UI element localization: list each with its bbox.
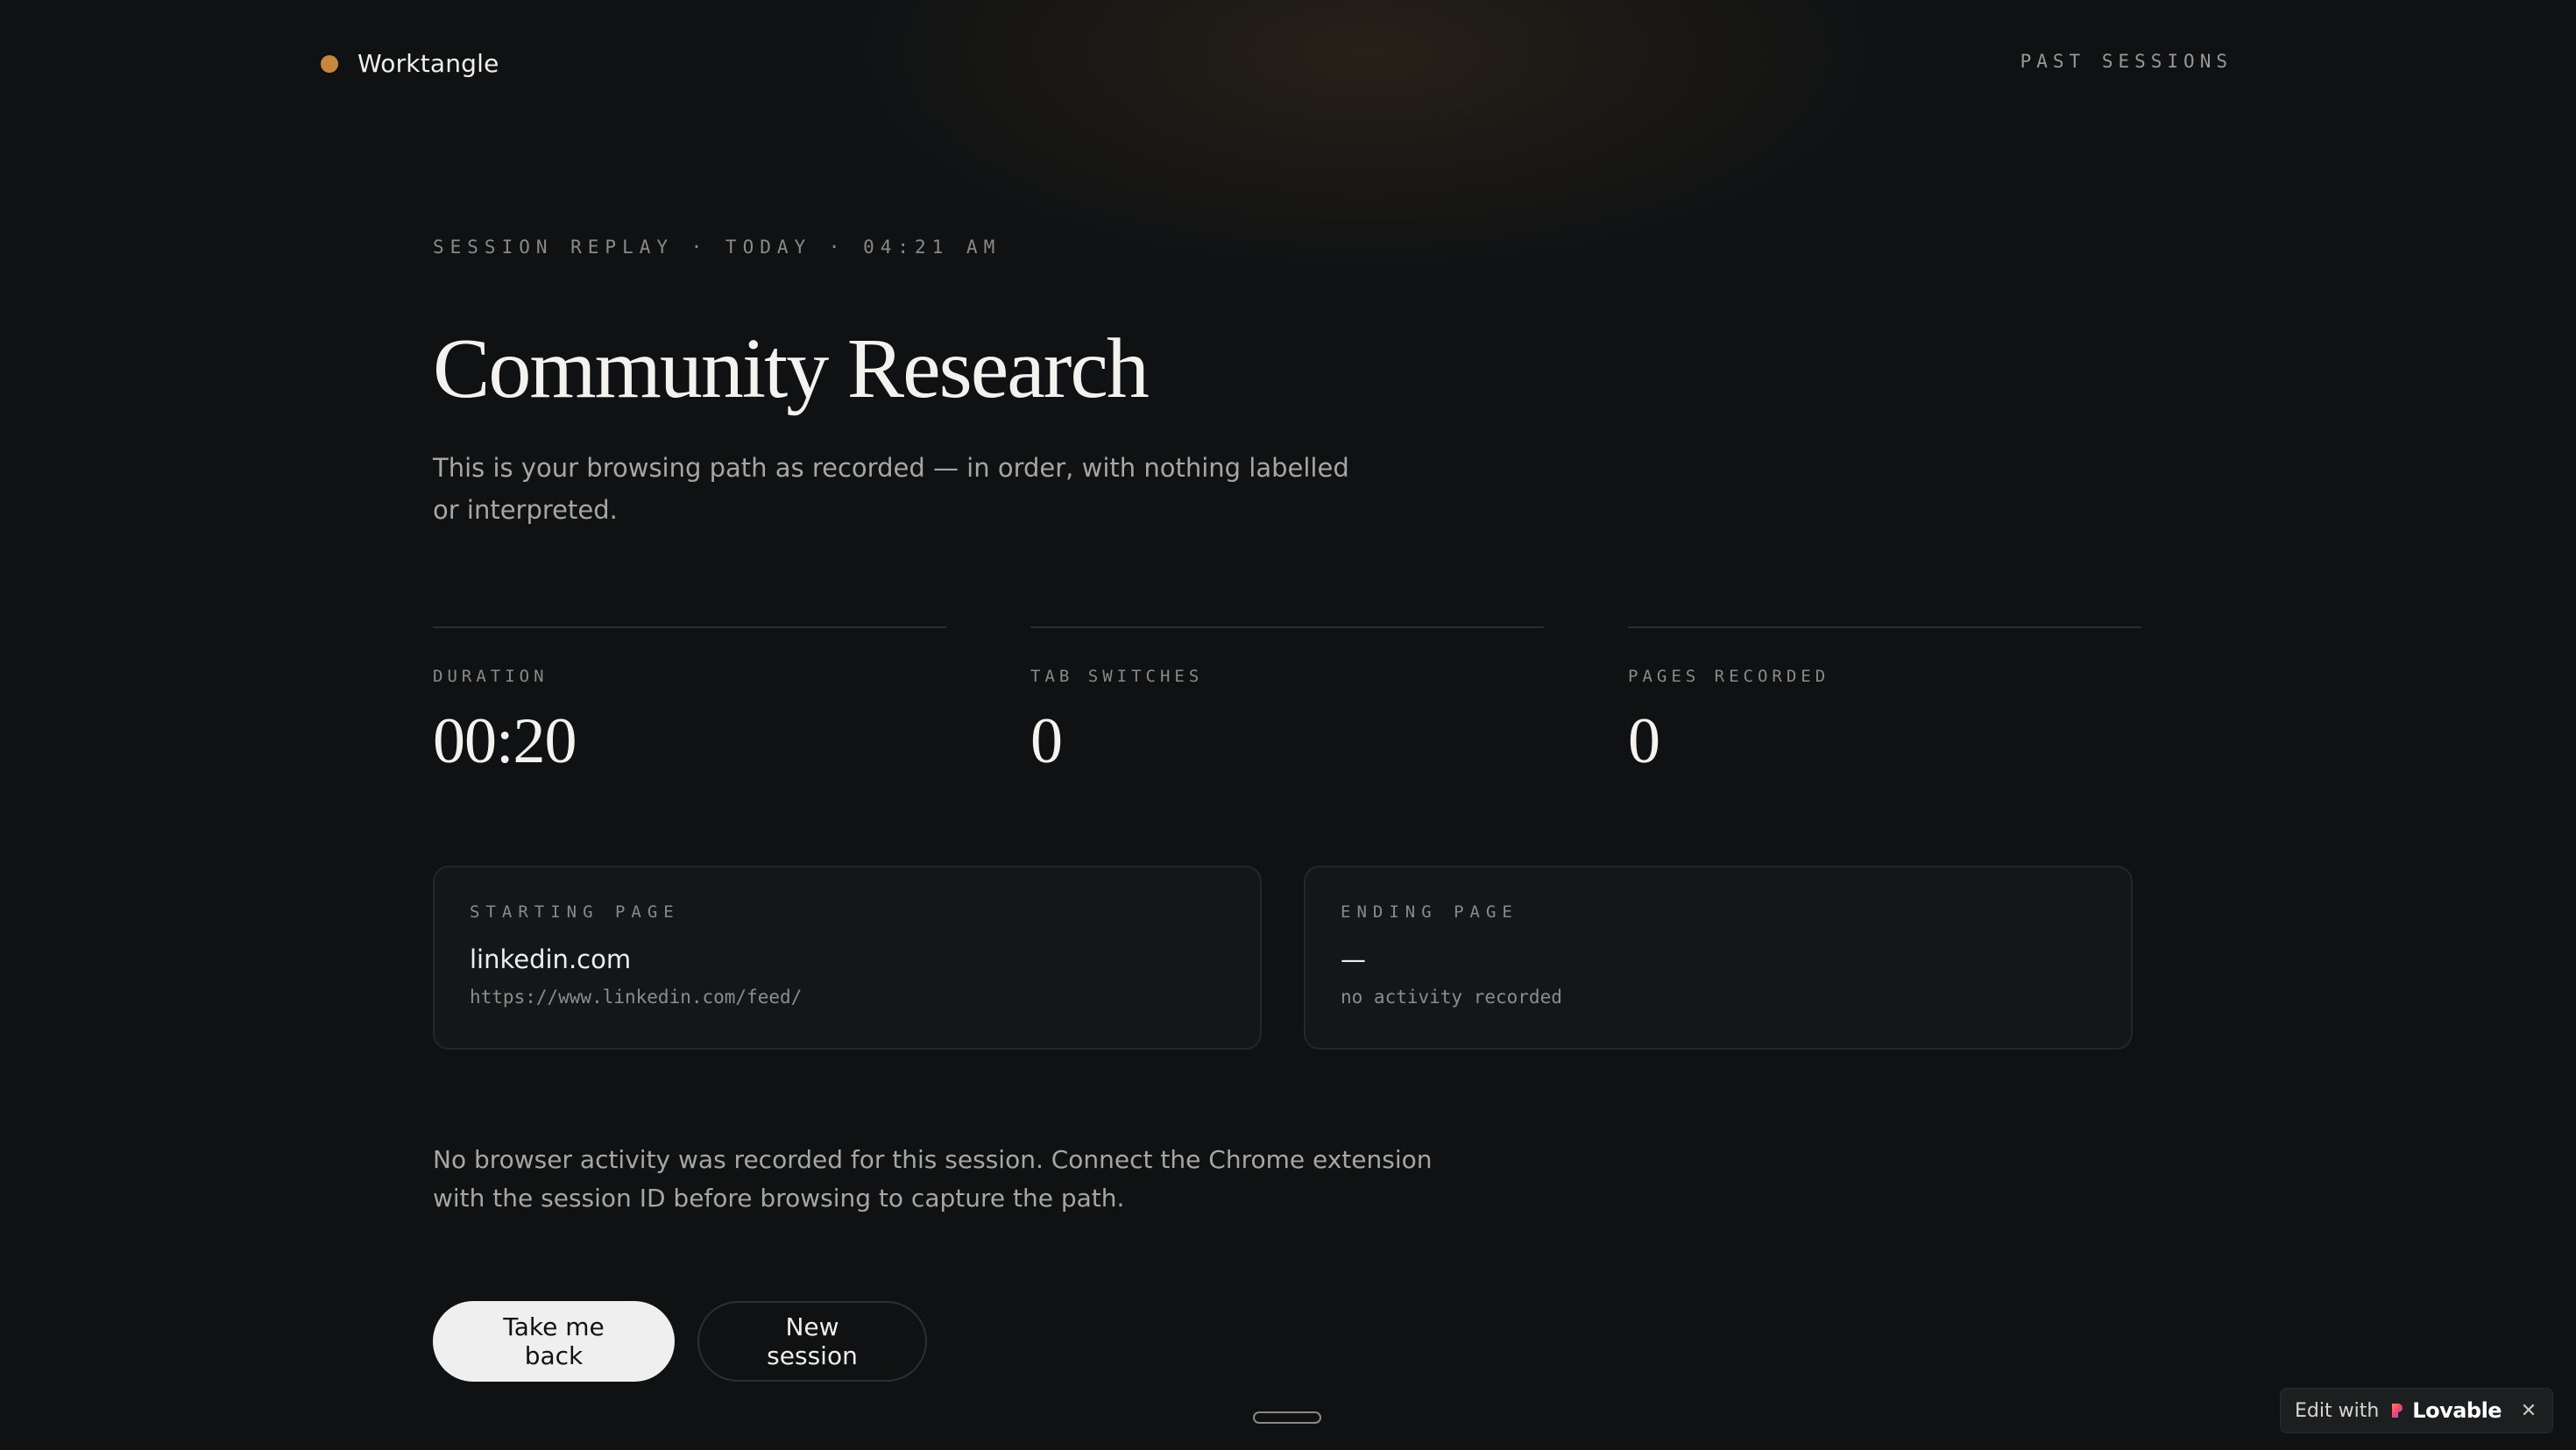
page-title: Community Research (433, 322, 1150, 416)
scroll-indicator[interactable] (1253, 1411, 1321, 1424)
stat-value: 0 (1030, 705, 1063, 777)
brand-name: Worktangle (357, 49, 499, 78)
stat-value: 00:20 (433, 705, 577, 777)
edit-with-lovable-badge[interactable]: Edit with Lovable ✕ (2280, 1388, 2553, 1433)
stat-tab-switches: TAB SWITCHES 0 (1030, 626, 1544, 774)
ending-page-status: no activity recorded (1341, 987, 1562, 1008)
starting-page-domain: linkedin.com (470, 944, 632, 974)
session-replay-main: SESSION REPLAY · TODAY · 04:21 AM Commun… (433, 237, 2143, 1382)
brand-logo[interactable]: Worktangle (321, 49, 499, 78)
new-session-button[interactable]: New session (697, 1301, 927, 1382)
stat-label: PAGES RECORDED (1628, 667, 1830, 686)
session-stats: DURATION 00:20 TAB SWITCHES 0 PAGES RECO… (433, 626, 2143, 774)
starting-page-url: https://www.linkedin.com/feed/ (470, 987, 803, 1008)
card-label: ENDING PAGE (1341, 902, 1518, 922)
starting-page-card: STARTING PAGE linkedin.com https://www.l… (433, 866, 1262, 1050)
past-sessions-link[interactable]: PAST SESSIONS (2020, 51, 2233, 72)
stat-label: DURATION (433, 667, 548, 686)
edit-with-label: Edit with (2295, 1399, 2380, 1422)
action-buttons: Take me back New session (433, 1301, 927, 1382)
ending-page-domain: — (1341, 944, 1366, 974)
stat-pages-recorded: PAGES RECORDED 0 (1628, 626, 2141, 774)
session-meta: SESSION REPLAY · TODAY · 04:21 AM (433, 237, 1001, 258)
lovable-brand: Lovable (2412, 1398, 2502, 1423)
stat-value: 0 (1628, 705, 1660, 777)
take-me-back-button[interactable]: Take me back (433, 1301, 675, 1382)
page-intro: This is your browsing path as recorded —… (433, 453, 1349, 525)
brand-dot-icon (321, 54, 338, 73)
stat-duration: DURATION 00:20 (433, 626, 946, 774)
heart-logo-icon (2392, 1404, 2403, 1418)
ending-page-card: ENDING PAGE — no activity recorded (1304, 866, 2133, 1050)
stat-label: TAB SWITCHES (1030, 667, 1204, 686)
close-icon[interactable]: ✕ (2517, 1399, 2540, 1422)
no-activity-note: No browser activity was recorded for thi… (433, 1145, 1433, 1213)
card-label: STARTING PAGE (470, 902, 680, 922)
page-cards: STARTING PAGE linkedin.com https://www.l… (433, 866, 2133, 1050)
